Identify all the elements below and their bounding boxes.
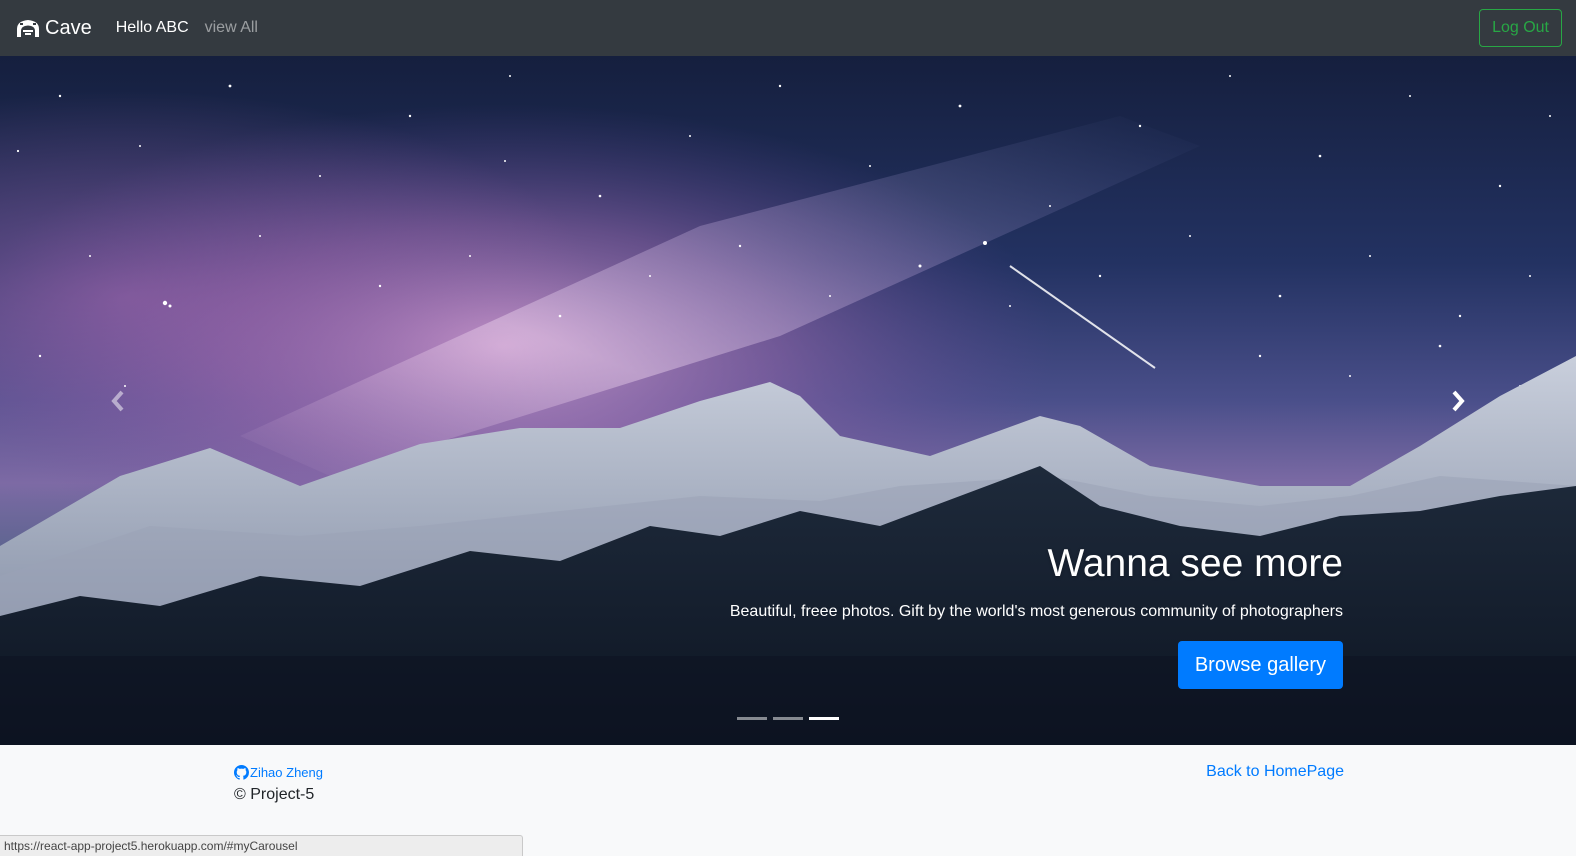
- carousel-caption: Wanna see more Beautiful, freee photos. …: [643, 541, 1343, 689]
- chevron-right-icon: [1452, 390, 1465, 411]
- carousel-subtitle: Beautiful, freee photos. Gift by the wor…: [729, 603, 1343, 620]
- browser-status-bar: https://react-app-project5.herokuapp.com…: [0, 835, 523, 856]
- logout-button[interactable]: Log Out: [1479, 9, 1562, 47]
- nav-link-hello[interactable]: Hello ABC: [116, 19, 189, 37]
- hero-carousel: Wanna see more Beautiful, freee photos. …: [0, 56, 1576, 745]
- carousel-heading: Wanna see more: [1047, 542, 1343, 585]
- carousel-indicator-3[interactable]: [809, 717, 839, 720]
- github-icon: [234, 765, 249, 780]
- back-to-homepage-link[interactable]: Back to HomePage: [1206, 763, 1344, 781]
- brand-name: Cave: [45, 16, 92, 39]
- top-navbar: Cave Hello ABC view All Log Out: [0, 0, 1576, 56]
- cave-icon: [17, 20, 39, 37]
- author-name: Zihao Zheng: [250, 765, 323, 780]
- chevron-left-icon: [111, 390, 124, 411]
- carousel-indicators: [0, 717, 1576, 720]
- copyright-text: © Project-5: [234, 786, 315, 803]
- carousel-indicator-1[interactable]: [737, 717, 767, 720]
- nav-link-view-all[interactable]: view All: [205, 19, 258, 37]
- carousel-next-control[interactable]: [1340, 56, 1576, 745]
- brand-link[interactable]: Cave: [16, 17, 92, 40]
- carousel-prev-control[interactable]: [0, 56, 236, 745]
- author-github-link[interactable]: Zihao Zheng: [234, 765, 323, 780]
- browse-gallery-button[interactable]: Browse gallery: [1177, 641, 1343, 689]
- footer-credits: Zihao Zheng © Project-5: [234, 765, 323, 804]
- carousel-indicator-2[interactable]: [773, 717, 803, 720]
